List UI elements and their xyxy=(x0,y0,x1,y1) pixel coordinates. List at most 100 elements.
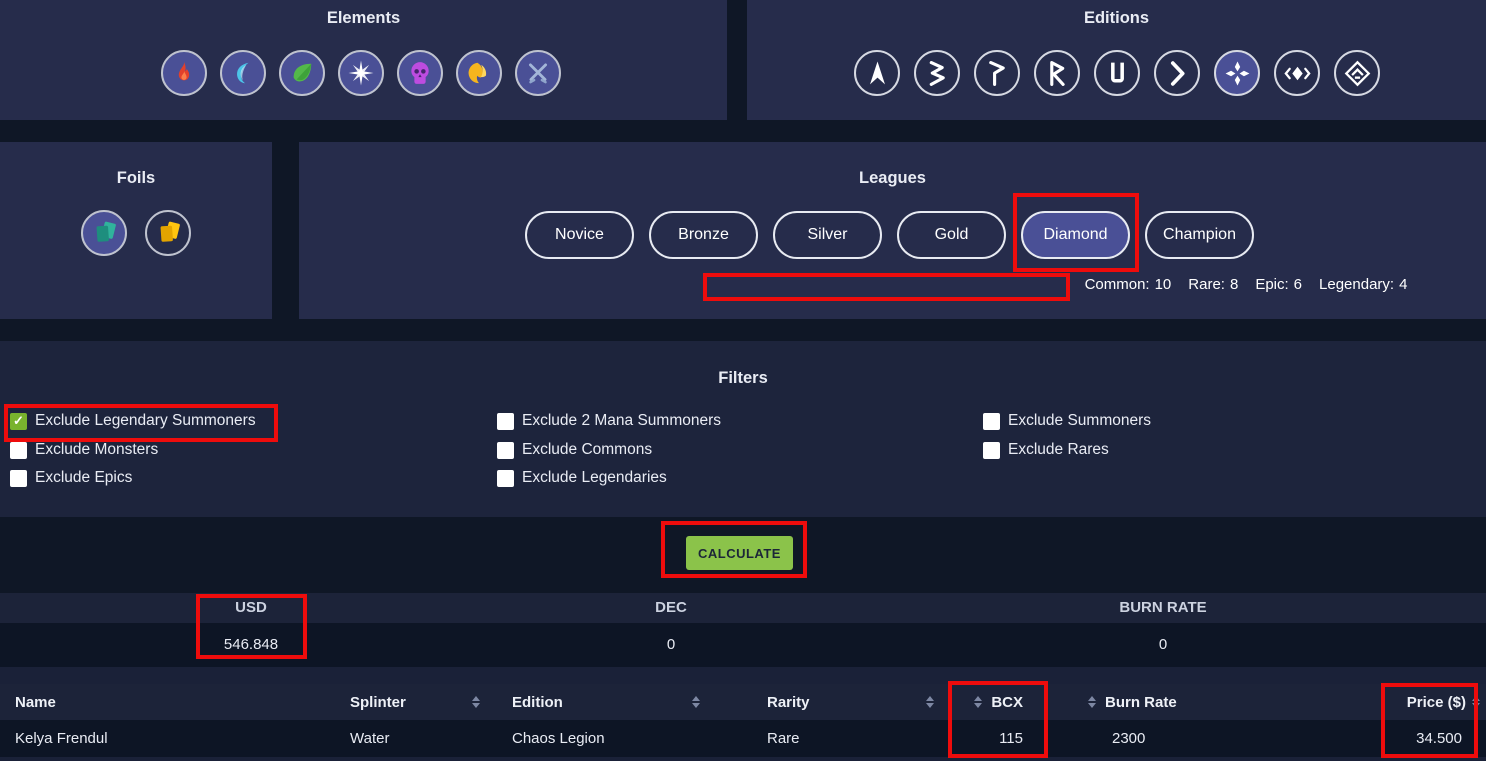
filter-exclude-commons[interactable]: Exclude Commons xyxy=(497,438,652,462)
checkbox-icon[interactable] xyxy=(983,441,1000,459)
edition-promo-button[interactable] xyxy=(974,50,1020,96)
column-header-name[interactable]: Name xyxy=(0,684,345,720)
life-star-icon xyxy=(348,60,374,86)
burn-rate-header: BURN RATE xyxy=(1119,599,1207,616)
sort-icon[interactable] xyxy=(472,696,480,708)
results-header-row: USD DEC BURN RATE xyxy=(0,593,1486,623)
foils-buttons xyxy=(81,210,191,256)
elements-panel: Elements xyxy=(0,0,727,120)
earth-icon xyxy=(289,60,315,86)
elements-title: Elements xyxy=(326,9,401,27)
card-value-calculator: Elements Editions Foils Leagues Novice B… xyxy=(0,0,1486,761)
filter-exclude-epics[interactable]: Exclude Epics xyxy=(10,466,132,490)
edition-rebellion-button[interactable] xyxy=(1334,50,1380,96)
filter-exclude-monsters[interactable]: Exclude Monsters xyxy=(10,438,158,462)
results-value-row: 546.848 0 0 xyxy=(0,623,1486,667)
filters-title: Filters xyxy=(718,369,768,387)
filter-exclude-rares[interactable]: Exclude Rares xyxy=(983,438,1109,462)
element-death-button[interactable] xyxy=(397,50,443,96)
column-header-edition[interactable]: Edition xyxy=(492,684,712,720)
column-header-bcx[interactable]: BCX xyxy=(948,684,1048,720)
untamed-edition-icon xyxy=(1104,60,1131,87)
cell-bcx: 115 xyxy=(999,730,1023,747)
editions-buttons xyxy=(854,50,1380,96)
promo-edition-icon xyxy=(984,60,1011,87)
riftwatchers-edition-icon xyxy=(1283,60,1311,87)
sort-icon[interactable] xyxy=(926,696,934,708)
editions-title: Editions xyxy=(1083,9,1150,27)
league-diamond-button[interactable]: Diamond xyxy=(1021,211,1130,259)
card-table-header: Name Splinter Edition Rarity BCX Burn Ra… xyxy=(0,684,1486,720)
element-dragon-button[interactable] xyxy=(456,50,502,96)
edition-untamed-button[interactable] xyxy=(1094,50,1140,96)
foil-gold-button[interactable] xyxy=(145,210,191,256)
reward-edition-icon xyxy=(1044,60,1071,87)
dragon-icon xyxy=(466,60,492,86)
checkbox-icon[interactable] xyxy=(983,412,1000,430)
divider xyxy=(0,667,1486,684)
calculate-button[interactable]: CALCULATE xyxy=(686,536,793,570)
edition-dice-button[interactable] xyxy=(1154,50,1200,96)
editions-panel: Editions xyxy=(747,0,1486,120)
edition-riftwatchers-button[interactable] xyxy=(1274,50,1320,96)
elements-buttons xyxy=(161,50,561,96)
cell-rarity: Rare xyxy=(767,730,800,747)
checkbox-icon[interactable] xyxy=(497,412,514,430)
edition-chaos-legion-button[interactable] xyxy=(1214,50,1260,96)
element-water-button[interactable] xyxy=(220,50,266,96)
element-life-button[interactable] xyxy=(338,50,384,96)
sort-icon[interactable] xyxy=(1088,696,1096,708)
sort-icon[interactable] xyxy=(1472,696,1480,708)
column-header-rarity[interactable]: Rarity xyxy=(712,684,948,720)
column-header-splinter[interactable]: Splinter xyxy=(345,684,492,720)
checkbox-icon[interactable] xyxy=(10,441,27,459)
rarity-cap-common: Common: 10 xyxy=(1084,276,1172,293)
element-earth-button[interactable] xyxy=(279,50,325,96)
element-neutral-button[interactable] xyxy=(515,50,561,96)
foil-regular-button[interactable] xyxy=(81,210,127,256)
alpha-edition-icon xyxy=(864,60,891,87)
cell-burn-rate: 2300 xyxy=(1112,730,1146,747)
leagues-panel: Leagues Novice Bronze Silver Gold Diamon… xyxy=(299,142,1486,319)
gold-foil-cards-icon xyxy=(153,218,183,248)
filter-exclude-legendary-summoners[interactable]: Exclude Legendary Summoners xyxy=(10,409,256,433)
chaos-legion-edition-icon xyxy=(1224,60,1251,87)
column-header-burn-rate[interactable]: Burn Rate xyxy=(1048,684,1345,720)
burn-rate-value: 0 xyxy=(1158,636,1168,653)
checkbox-checked-icon[interactable] xyxy=(10,412,27,430)
element-fire-button[interactable] xyxy=(161,50,207,96)
death-skull-icon xyxy=(407,60,433,86)
checkbox-icon[interactable] xyxy=(497,441,514,459)
league-silver-button[interactable]: Silver xyxy=(773,211,882,259)
checkbox-icon[interactable] xyxy=(10,469,27,487)
league-gold-button[interactable]: Gold xyxy=(897,211,1006,259)
dice-edition-icon xyxy=(1164,60,1191,87)
usd-value: 546.848 xyxy=(223,636,279,653)
column-header-price[interactable]: Price ($) xyxy=(1345,684,1486,720)
filter-exclude-2-mana-summoners[interactable]: Exclude 2 Mana Summoners xyxy=(497,409,721,433)
league-novice-button[interactable]: Novice xyxy=(525,211,634,259)
rarity-cap-rare: Rare: 8 xyxy=(1188,276,1239,293)
water-icon xyxy=(230,60,256,86)
foils-title: Foils xyxy=(116,169,156,187)
rebellion-edition-icon xyxy=(1344,60,1371,87)
league-bronze-button[interactable]: Bronze xyxy=(649,211,758,259)
sort-icon[interactable] xyxy=(974,696,983,708)
filter-exclude-legendaries[interactable]: Exclude Legendaries xyxy=(497,466,667,490)
sort-icon[interactable] xyxy=(692,696,700,708)
edition-alpha-button[interactable] xyxy=(854,50,900,96)
filter-exclude-summoners[interactable]: Exclude Summoners xyxy=(983,409,1151,433)
fire-icon xyxy=(171,60,197,86)
foils-panel: Foils xyxy=(0,142,272,319)
dec-header: DEC xyxy=(655,599,687,616)
edition-reward-button[interactable] xyxy=(1034,50,1080,96)
league-buttons: Novice Bronze Silver Gold Diamond Champi… xyxy=(525,211,1254,259)
league-champion-button[interactable]: Champion xyxy=(1145,211,1254,259)
checkbox-icon[interactable] xyxy=(497,469,514,487)
divider xyxy=(0,757,1486,761)
leagues-title: Leagues xyxy=(859,169,926,187)
beta-edition-icon xyxy=(924,60,951,87)
cell-splinter: Water xyxy=(350,730,390,747)
rarity-cap-legendary: Legendary: 4 xyxy=(1319,276,1408,293)
edition-beta-button[interactable] xyxy=(914,50,960,96)
